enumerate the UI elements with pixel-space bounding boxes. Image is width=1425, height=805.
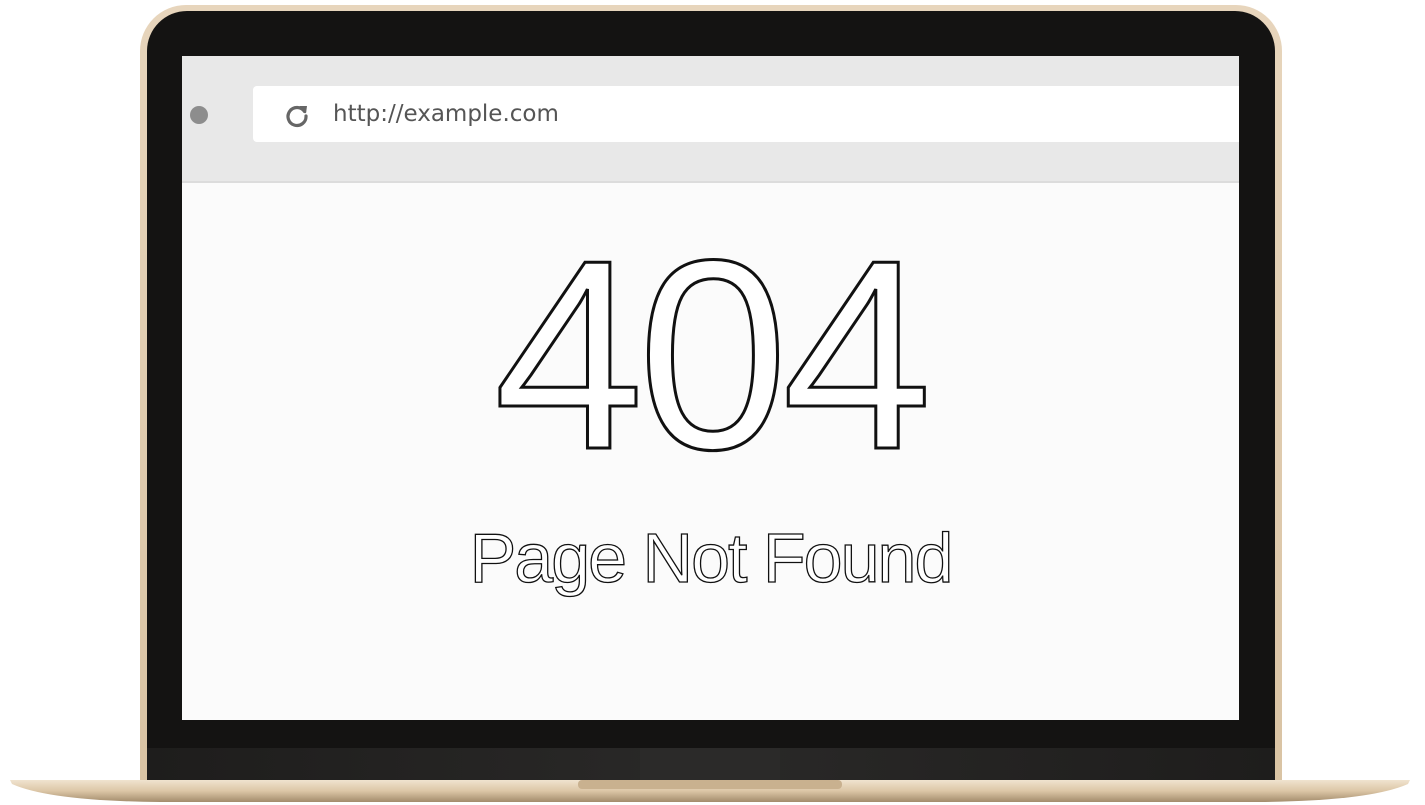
error-code-heading: 404 [492,243,933,463]
reload-icon[interactable] [284,102,310,128]
page-content: 404 Page Not Found [182,183,1239,720]
laptop-mockup: http://example.com 404 Page Not Found [0,0,1425,805]
laptop-base [10,780,1410,802]
window-dot-icon[interactable] [190,106,208,124]
error-code-text: 404 [494,243,926,463]
laptop-notch [640,748,780,780]
browser-toolbar: http://example.com [182,56,1239,183]
error-message: Page Not Found [469,518,954,597]
url-text[interactable]: http://example.com [333,99,559,129]
address-bar[interactable]: http://example.com [253,86,1239,142]
browser-window: http://example.com 404 Page Not Found [182,56,1239,720]
